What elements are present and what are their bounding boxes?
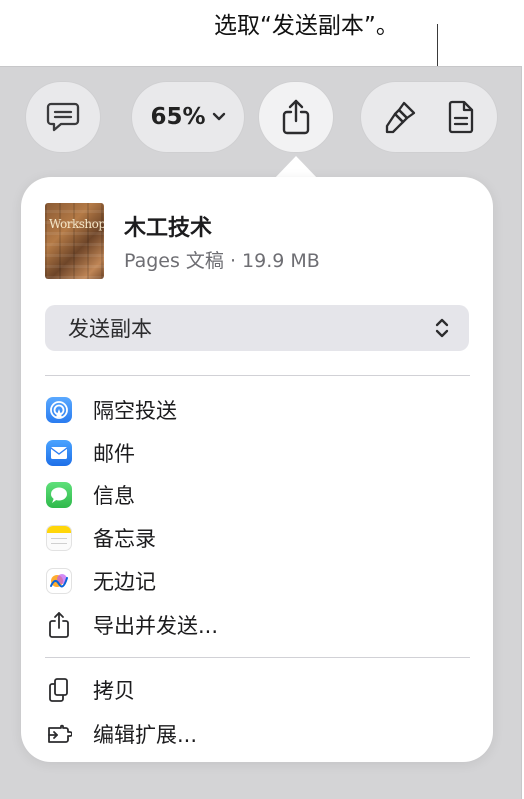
- share-row-airdrop[interactable]: 隔空投送: [45, 390, 470, 430]
- action-row-copy[interactable]: 拷贝: [45, 670, 470, 710]
- document-meta: Pages 文稿 · 19.9 MB: [124, 250, 320, 272]
- share-row-label: 隔空投送: [93, 399, 177, 423]
- airdrop-icon: [45, 396, 73, 424]
- divider: [45, 657, 470, 658]
- document-thumbnail: Workshop: [45, 203, 104, 279]
- extensions-icon: [45, 720, 73, 748]
- comment-icon: [46, 102, 80, 132]
- format-button[interactable]: [384, 99, 418, 135]
- format-brush-icon: [385, 101, 416, 134]
- share-button[interactable]: [259, 82, 333, 152]
- export-icon: [45, 611, 73, 639]
- thumbnail-title: Workshop: [49, 217, 104, 231]
- share-row-label: 邮件: [93, 442, 135, 466]
- share-row-label: 导出并发送...: [93, 614, 219, 638]
- divider: [45, 375, 470, 376]
- send-mode-select[interactable]: 发送副本: [45, 305, 469, 351]
- zoom-level: 65%: [150, 104, 206, 130]
- share-icon: [282, 99, 310, 135]
- share-row-freeform[interactable]: 无边记: [45, 561, 470, 601]
- document-setup-button[interactable]: [448, 100, 474, 134]
- chevron-down-icon: [212, 112, 225, 121]
- mail-icon: [45, 439, 73, 467]
- messages-icon: [45, 481, 73, 509]
- callout-text: 选取“发送副本”。: [214, 13, 399, 39]
- document-icon: [448, 100, 474, 134]
- share-popover: Workshop 木工技术 Pages 文稿 · 19.9 MB 发送副本 隔空…: [21, 177, 493, 762]
- format-document-group: [361, 82, 497, 152]
- share-row-label: 无边记: [93, 570, 156, 594]
- chevron-updown-icon: [435, 318, 449, 338]
- share-row-notes[interactable]: 备忘录: [45, 518, 470, 558]
- notes-icon: [45, 524, 73, 552]
- freeform-icon: [45, 567, 73, 595]
- comment-button[interactable]: [26, 82, 100, 152]
- action-row-label: 拷贝: [93, 679, 135, 703]
- share-row-messages[interactable]: 信息: [45, 475, 470, 515]
- send-mode-value: 发送副本: [68, 317, 152, 341]
- share-row-label: 备忘录: [93, 527, 156, 551]
- share-row-mail[interactable]: 邮件: [45, 433, 470, 473]
- copy-icon: [45, 676, 73, 704]
- action-row-edit-extensions[interactable]: 编辑扩展...: [45, 714, 470, 754]
- share-row-label: 信息: [93, 484, 135, 508]
- action-row-label: 编辑扩展...: [93, 723, 198, 747]
- zoom-button[interactable]: 65%: [132, 82, 244, 152]
- share-row-export[interactable]: 导出并发送...: [45, 605, 470, 645]
- document-title: 木工技术: [124, 216, 213, 241]
